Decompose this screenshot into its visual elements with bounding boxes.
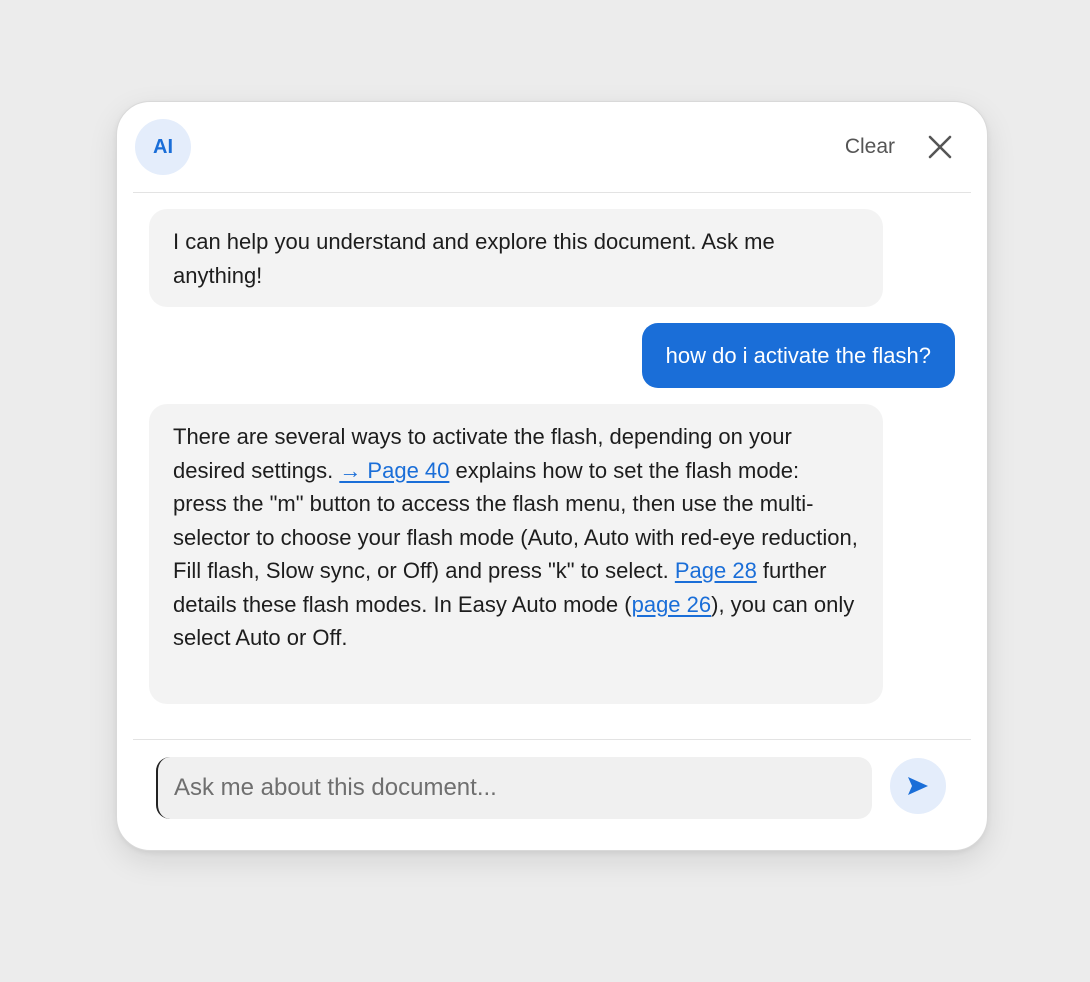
user-message: how do i activate the flash? — [641, 323, 955, 388]
page-40-link[interactable]: → Page 40 — [339, 458, 449, 483]
page-26-link[interactable]: page 26 — [632, 592, 712, 617]
chat-panel: AI Clear I can help you understand and e… — [116, 101, 988, 851]
close-button[interactable] — [927, 134, 953, 160]
page-28-link[interactable]: Page 28 — [675, 558, 757, 583]
ai-message-answer: There are several ways to activate the f… — [149, 404, 883, 704]
close-icon — [928, 135, 952, 159]
message-list: I can help you understand and explore th… — [149, 209, 955, 720]
user-message-text: how do i activate the flash? — [665, 343, 931, 368]
send-button[interactable] — [890, 758, 946, 814]
chat-header: AI Clear — [133, 102, 971, 193]
message-input-wrapper — [156, 757, 872, 819]
message-input[interactable] — [156, 757, 872, 819]
send-icon — [908, 777, 928, 795]
clear-button[interactable]: Clear — [845, 132, 895, 162]
user-message-row: how do i activate the flash? — [149, 323, 955, 388]
ai-message-greeting: I can help you understand and explore th… — [149, 209, 883, 307]
ai-message-text: I can help you understand and explore th… — [173, 229, 775, 288]
composer — [133, 739, 971, 852]
ai-avatar: AI — [135, 119, 191, 175]
